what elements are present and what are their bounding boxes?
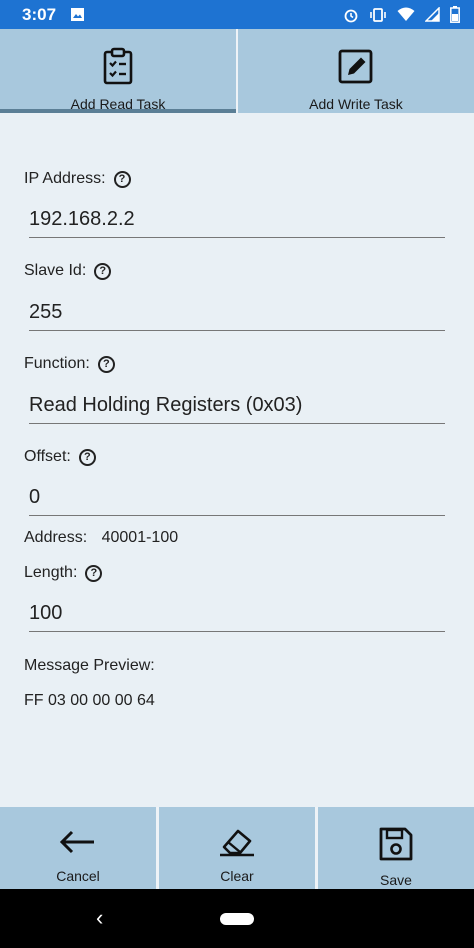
clear-button[interactable]: Clear	[156, 807, 315, 889]
help-icon[interactable]: ?	[78, 448, 96, 466]
message-preview-label: Message Preview:	[24, 657, 155, 674]
edit-icon	[338, 47, 374, 90]
help-icon[interactable]: ?	[94, 262, 112, 280]
tab-bar: Add Read Task Add Write Task	[0, 29, 474, 113]
nav-back-button[interactable]: ‹	[96, 905, 103, 931]
cancel-label: Cancel	[56, 868, 100, 884]
slave-id-label-row: Slave Id: ?	[24, 262, 112, 280]
offset-label-row: Offset: ?	[24, 448, 96, 466]
save-icon	[379, 827, 413, 866]
offset-input[interactable]: 0	[29, 478, 445, 516]
help-icon[interactable]: ?	[97, 355, 115, 373]
save-button[interactable]: Save	[315, 807, 474, 889]
message-preview-value: FF 03 00 00 00 64	[24, 692, 155, 709]
tab-add-read-task[interactable]: Add Read Task	[0, 29, 236, 113]
cancel-button[interactable]: Cancel	[0, 807, 156, 889]
clear-label: Clear	[220, 868, 254, 884]
help-icon[interactable]: ?	[85, 564, 103, 582]
tab-add-write-task-label: Add Write Task	[309, 96, 403, 112]
ip-address-label: IP Address:	[24, 170, 106, 187]
slave-id-label: Slave Id:	[24, 262, 87, 279]
bottom-action-bar: Cancel Clear Save	[0, 807, 474, 889]
status-bar: 3:07	[0, 0, 474, 29]
address-label: Address:	[24, 529, 88, 546]
tab-add-write-task[interactable]: Add Write Task	[236, 29, 474, 113]
arrow-left-icon	[58, 827, 98, 862]
alarm-icon	[343, 7, 359, 23]
ip-address-label-row: IP Address: ?	[24, 170, 131, 188]
length-label-row: Length: ?	[24, 564, 103, 582]
function-select[interactable]: Read Holding Registers (0x03)	[29, 386, 445, 424]
image-notification-icon	[70, 7, 85, 22]
function-label: Function:	[24, 355, 90, 372]
length-input[interactable]: 100	[29, 594, 445, 632]
tab-add-read-task-label: Add Read Task	[70, 96, 166, 112]
slave-id-input[interactable]: 255	[29, 293, 445, 331]
eraser-icon	[216, 827, 258, 862]
wifi-icon	[397, 7, 415, 22]
address-value: 40001-100	[101, 529, 179, 546]
address-row: Address: 40001-100	[24, 529, 178, 547]
battery-icon	[450, 6, 460, 23]
clipboard-check-icon	[102, 47, 134, 90]
ip-address-input[interactable]: 192.168.2.2	[29, 200, 445, 238]
save-label: Save	[380, 872, 412, 888]
help-icon[interactable]: ?	[113, 170, 131, 188]
signal-icon	[425, 7, 440, 22]
status-time: 3:07	[22, 4, 57, 24]
offset-label: Offset:	[24, 448, 71, 465]
vibrate-icon	[369, 7, 387, 23]
length-label: Length:	[24, 564, 78, 581]
nav-home-pill[interactable]	[220, 912, 254, 930]
function-label-row: Function: ?	[24, 355, 115, 373]
